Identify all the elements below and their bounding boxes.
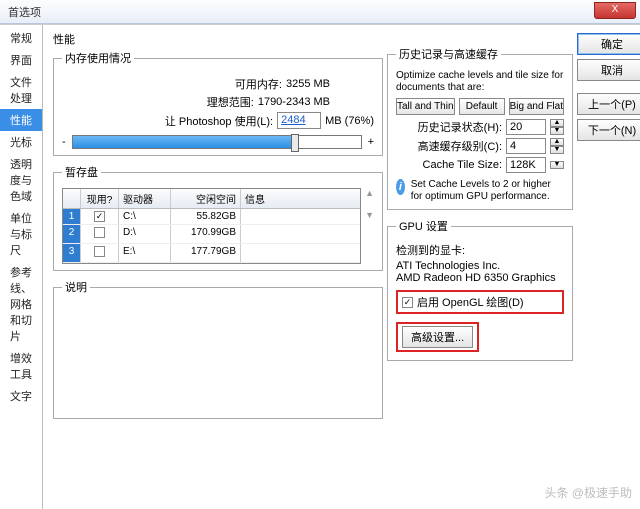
levels-label: 高速缓存级别(C): bbox=[418, 138, 502, 154]
highlight-advanced: 高级设置... bbox=[396, 322, 479, 352]
active-checkbox[interactable]: ✓ bbox=[94, 211, 105, 222]
levels-input[interactable]: 4 bbox=[506, 138, 546, 154]
sidebar-item-performance[interactable]: 性能 bbox=[0, 109, 42, 131]
title-bar: 首选项 X bbox=[0, 0, 640, 24]
gpu-vendor: ATI Technologies Inc. bbox=[396, 260, 564, 272]
spin-down-icon[interactable]: ▼ bbox=[550, 127, 564, 135]
active-checkbox[interactable] bbox=[94, 246, 105, 257]
letuse-input[interactable]: 2484 bbox=[277, 112, 321, 129]
watermark: 头条 @极速手助 bbox=[544, 484, 632, 501]
slider-plus-icon[interactable]: + bbox=[368, 136, 374, 148]
sidebar-item-cursors[interactable]: 光标 bbox=[0, 131, 42, 153]
th-drive: 驱动器 bbox=[119, 189, 171, 208]
gpu-legend: GPU 设置 bbox=[396, 218, 451, 234]
close-button[interactable]: X bbox=[594, 2, 636, 19]
sidebar-item-type[interactable]: 文字 bbox=[0, 385, 42, 407]
dialog-body: 常规 界面 文件处理 性能 光标 透明度与色域 单位与标尺 参考线、网格和切片 … bbox=[0, 24, 640, 509]
sidebar-item-interface[interactable]: 界面 bbox=[0, 49, 42, 71]
available-label: 可用内存: bbox=[235, 76, 282, 92]
states-input[interactable]: 20 bbox=[506, 119, 546, 135]
history-group: 历史记录与高速缓存 Optimize cache levels and tile… bbox=[387, 46, 573, 210]
states-label: 历史记录状态(H): bbox=[418, 119, 502, 135]
enable-opengl-label: 启用 OpenGL 绘图(D) bbox=[417, 294, 524, 310]
sidebar: 常规 界面 文件处理 性能 光标 透明度与色域 单位与标尺 参考线、网格和切片 … bbox=[0, 25, 43, 509]
preset-bigflat-button[interactable]: Big and Flat bbox=[509, 98, 564, 115]
detected-label: 检测到的显卡: bbox=[396, 242, 564, 258]
sidebar-item-transparency[interactable]: 透明度与色域 bbox=[0, 153, 42, 207]
sidebar-item-guides[interactable]: 参考线、网格和切片 bbox=[0, 261, 42, 347]
sidebar-item-plugins[interactable]: 增效工具 bbox=[0, 347, 42, 385]
preset-default-button[interactable]: Default bbox=[459, 98, 505, 115]
slider-knob[interactable] bbox=[291, 134, 299, 152]
th-index bbox=[63, 189, 81, 208]
scratch-group: 暂存盘 现用? 驱动器 空闲空间 信息 1 ✓ C:\ bbox=[53, 164, 383, 271]
enable-opengl-checkbox[interactable]: ✓ bbox=[402, 297, 413, 308]
table-row: 3 E:\ 177.79GB bbox=[63, 244, 360, 263]
available-value: 3255 MB bbox=[286, 78, 330, 90]
main-panel: 性能 内存使用情况 可用内存: 3255 MB 理想范围: 1790-2343 MB… bbox=[43, 25, 640, 509]
letuse-label: 让 Photoshop 使用(L): bbox=[165, 113, 273, 129]
button-column: 确定 取消 上一个(P) 下一个(N) bbox=[577, 33, 640, 503]
spin-up-icon[interactable]: ▲ bbox=[550, 138, 564, 146]
highlight-enable-opengl: ✓ 启用 OpenGL 绘图(D) bbox=[396, 290, 564, 314]
memory-group: 内存使用情况 可用内存: 3255 MB 理想范围: 1790-2343 MB 让 … bbox=[53, 50, 383, 156]
active-checkbox[interactable] bbox=[94, 227, 105, 238]
cancel-button[interactable]: 取消 bbox=[577, 59, 640, 81]
sidebar-item-units[interactable]: 单位与标尺 bbox=[0, 207, 42, 261]
spin-up-icon[interactable]: ▲ bbox=[550, 119, 564, 127]
gpu-group: GPU 设置 检测到的显卡: ATI Technologies Inc. AMD… bbox=[387, 218, 573, 361]
advanced-button[interactable]: 高级设置... bbox=[402, 326, 473, 348]
letuse-unit: MB (76%) bbox=[325, 115, 374, 127]
ok-button[interactable]: 确定 bbox=[577, 33, 640, 55]
th-info: 信息 bbox=[241, 189, 360, 208]
scratch-legend: 暂存盘 bbox=[62, 164, 101, 180]
window-title: 首选项 bbox=[8, 4, 41, 20]
table-row: 1 ✓ C:\ 55.82GB bbox=[63, 209, 360, 225]
info-icon: i bbox=[396, 179, 405, 195]
sidebar-item-general[interactable]: 常规 bbox=[0, 27, 42, 49]
ideal-label: 理想范围: bbox=[207, 94, 254, 110]
scratch-table: 现用? 驱动器 空闲空间 信息 1 ✓ C:\ 55.82GB bbox=[62, 188, 361, 264]
memory-legend: 内存使用情况 bbox=[62, 50, 134, 66]
tile-label: Cache Tile Size: bbox=[423, 159, 502, 171]
page-heading: 性能 bbox=[53, 31, 383, 47]
table-row: 2 D:\ 170.99GB bbox=[63, 225, 360, 244]
desc-group: 说明 bbox=[53, 279, 383, 419]
sidebar-item-filehandling[interactable]: 文件处理 bbox=[0, 71, 42, 109]
next-button[interactable]: 下一个(N) bbox=[577, 119, 640, 141]
prev-button[interactable]: 上一个(P) bbox=[577, 93, 640, 115]
th-active: 现用? bbox=[81, 189, 119, 208]
th-free: 空闲空间 bbox=[171, 189, 241, 208]
info-text: Set Cache Levels to 2 or higher for opti… bbox=[411, 179, 564, 203]
preset-tall-button[interactable]: Tall and Thin bbox=[396, 98, 455, 115]
memory-slider[interactable]: - + bbox=[62, 135, 374, 149]
gpu-card: AMD Radeon HD 6350 Graphics bbox=[396, 272, 564, 284]
slider-minus-icon[interactable]: - bbox=[62, 136, 66, 148]
spin-down-icon[interactable]: ▼ bbox=[550, 146, 564, 154]
slider-track[interactable] bbox=[72, 135, 362, 149]
ideal-value: 1790-2343 MB bbox=[258, 96, 330, 108]
history-legend: 历史记录与高速缓存 bbox=[396, 46, 501, 62]
dropdown-icon[interactable]: ▼ bbox=[550, 161, 564, 169]
slider-fill bbox=[73, 136, 292, 148]
tile-select[interactable]: 128K bbox=[506, 157, 546, 173]
desc-legend: 说明 bbox=[62, 279, 90, 295]
history-desc: Optimize cache levels and tile size for … bbox=[396, 70, 564, 94]
move-up-icon[interactable]: ▲ bbox=[365, 188, 374, 198]
move-down-icon[interactable]: ▼ bbox=[365, 210, 374, 220]
